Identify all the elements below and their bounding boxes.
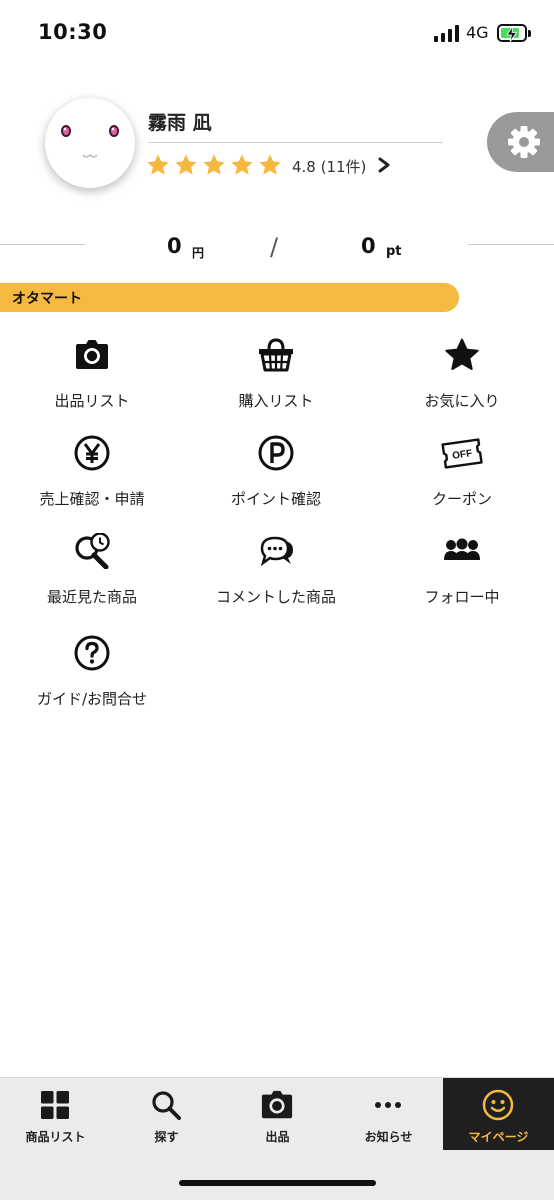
menu-item-label: 出品リスト	[54, 392, 130, 410]
user-name: 霧雨 凪	[148, 112, 212, 134]
basket-icon	[259, 338, 293, 372]
home-indicator	[179, 1180, 376, 1186]
yen-icon	[74, 435, 110, 471]
star-icon	[147, 154, 169, 175]
smiley-icon	[482, 1089, 514, 1121]
more-dots-icon	[375, 1102, 401, 1108]
status-time: 10:30	[38, 20, 108, 44]
menu-item-purchases[interactable]: 購入リスト	[184, 337, 368, 427]
nav-label: 探す	[154, 1130, 179, 1144]
chevron-right-icon[interactable]	[377, 157, 391, 173]
menu-item-label: コメントした商品	[215, 588, 336, 606]
mascot-face-icon	[61, 125, 119, 158]
nav-item-sell[interactable]: 出品	[222, 1078, 333, 1150]
balance-separator: /	[270, 233, 279, 261]
points-balance-unit: pt	[386, 244, 402, 259]
nav-item-mypage[interactable]: マイページ	[443, 1078, 554, 1150]
menu-item-following[interactable]: フォロー中	[370, 533, 554, 623]
star-icon	[259, 154, 281, 175]
divider	[0, 244, 85, 245]
grid-icon	[41, 1091, 69, 1119]
point-icon	[258, 435, 294, 471]
status-bar: 10:30 4G	[0, 0, 554, 64]
rating-text[interactable]: 4.8 (11件)	[292, 156, 366, 177]
divider	[468, 244, 554, 245]
battery-charging-icon	[497, 24, 531, 43]
star-icon	[175, 154, 197, 175]
signal-icon	[434, 25, 460, 42]
camera-icon	[76, 340, 108, 369]
settings-button[interactable]	[487, 112, 554, 172]
camera-icon	[261, 1090, 293, 1119]
sales-balance-value: 0	[167, 234, 182, 258]
nav-label: 商品リスト	[25, 1130, 86, 1144]
nav-item-products[interactable]: 商品リスト	[0, 1078, 111, 1150]
nav-label: マイページ	[468, 1130, 529, 1144]
people-icon	[444, 538, 480, 560]
menu-item-label: 購入リスト	[238, 392, 314, 410]
menu-item-favorites[interactable]: お気に入り	[370, 337, 554, 427]
menu-item-guide[interactable]: ガイド/お問合せ	[0, 635, 184, 725]
menu-item-label: ガイド/お問合せ	[36, 690, 148, 708]
coupon-off-icon: OFF	[441, 438, 483, 469]
menu-item-coupons[interactable]: OFF クーポン	[370, 435, 554, 525]
menu-item-recently-viewed[interactable]: 最近見た商品	[0, 533, 184, 623]
nav-item-notifications[interactable]: お知らせ	[333, 1078, 444, 1150]
recent-search-icon	[75, 533, 110, 569]
star-icon	[203, 154, 225, 175]
menu-item-label: ポイント確認	[230, 490, 321, 508]
star-icon	[445, 338, 479, 370]
menu-item-label: 売上確認・申請	[39, 490, 145, 508]
section-header: オタマート	[0, 283, 459, 312]
sales-balance-unit: 円	[192, 246, 205, 260]
question-icon	[74, 635, 110, 671]
nav-label: 出品	[265, 1130, 290, 1144]
network-type: 4G	[466, 23, 489, 42]
search-icon	[152, 1091, 181, 1120]
section-title: オタマート	[12, 291, 82, 307]
star-icon	[231, 154, 253, 175]
menu-item-points[interactable]: ポイント確認	[184, 435, 368, 525]
avatar[interactable]	[45, 98, 135, 188]
menu-item-label: お気に入り	[424, 392, 500, 410]
nav-label: お知らせ	[364, 1130, 413, 1144]
divider	[148, 142, 443, 143]
coupon-badge-text: OFF	[452, 448, 473, 462]
nav-item-search[interactable]: 探す	[111, 1078, 222, 1150]
comment-icon	[260, 536, 293, 567]
points-balance-value: 0	[361, 234, 376, 258]
menu-item-commented[interactable]: コメントした商品	[184, 533, 368, 623]
gear-icon	[508, 126, 540, 158]
menu-item-listings[interactable]: 出品リスト	[0, 337, 184, 427]
menu-item-sales[interactable]: 売上確認・申請	[0, 435, 184, 525]
menu-item-label: 最近見た商品	[46, 588, 137, 606]
menu-item-label: フォロー中	[424, 588, 500, 606]
menu-item-label: クーポン	[431, 490, 492, 508]
